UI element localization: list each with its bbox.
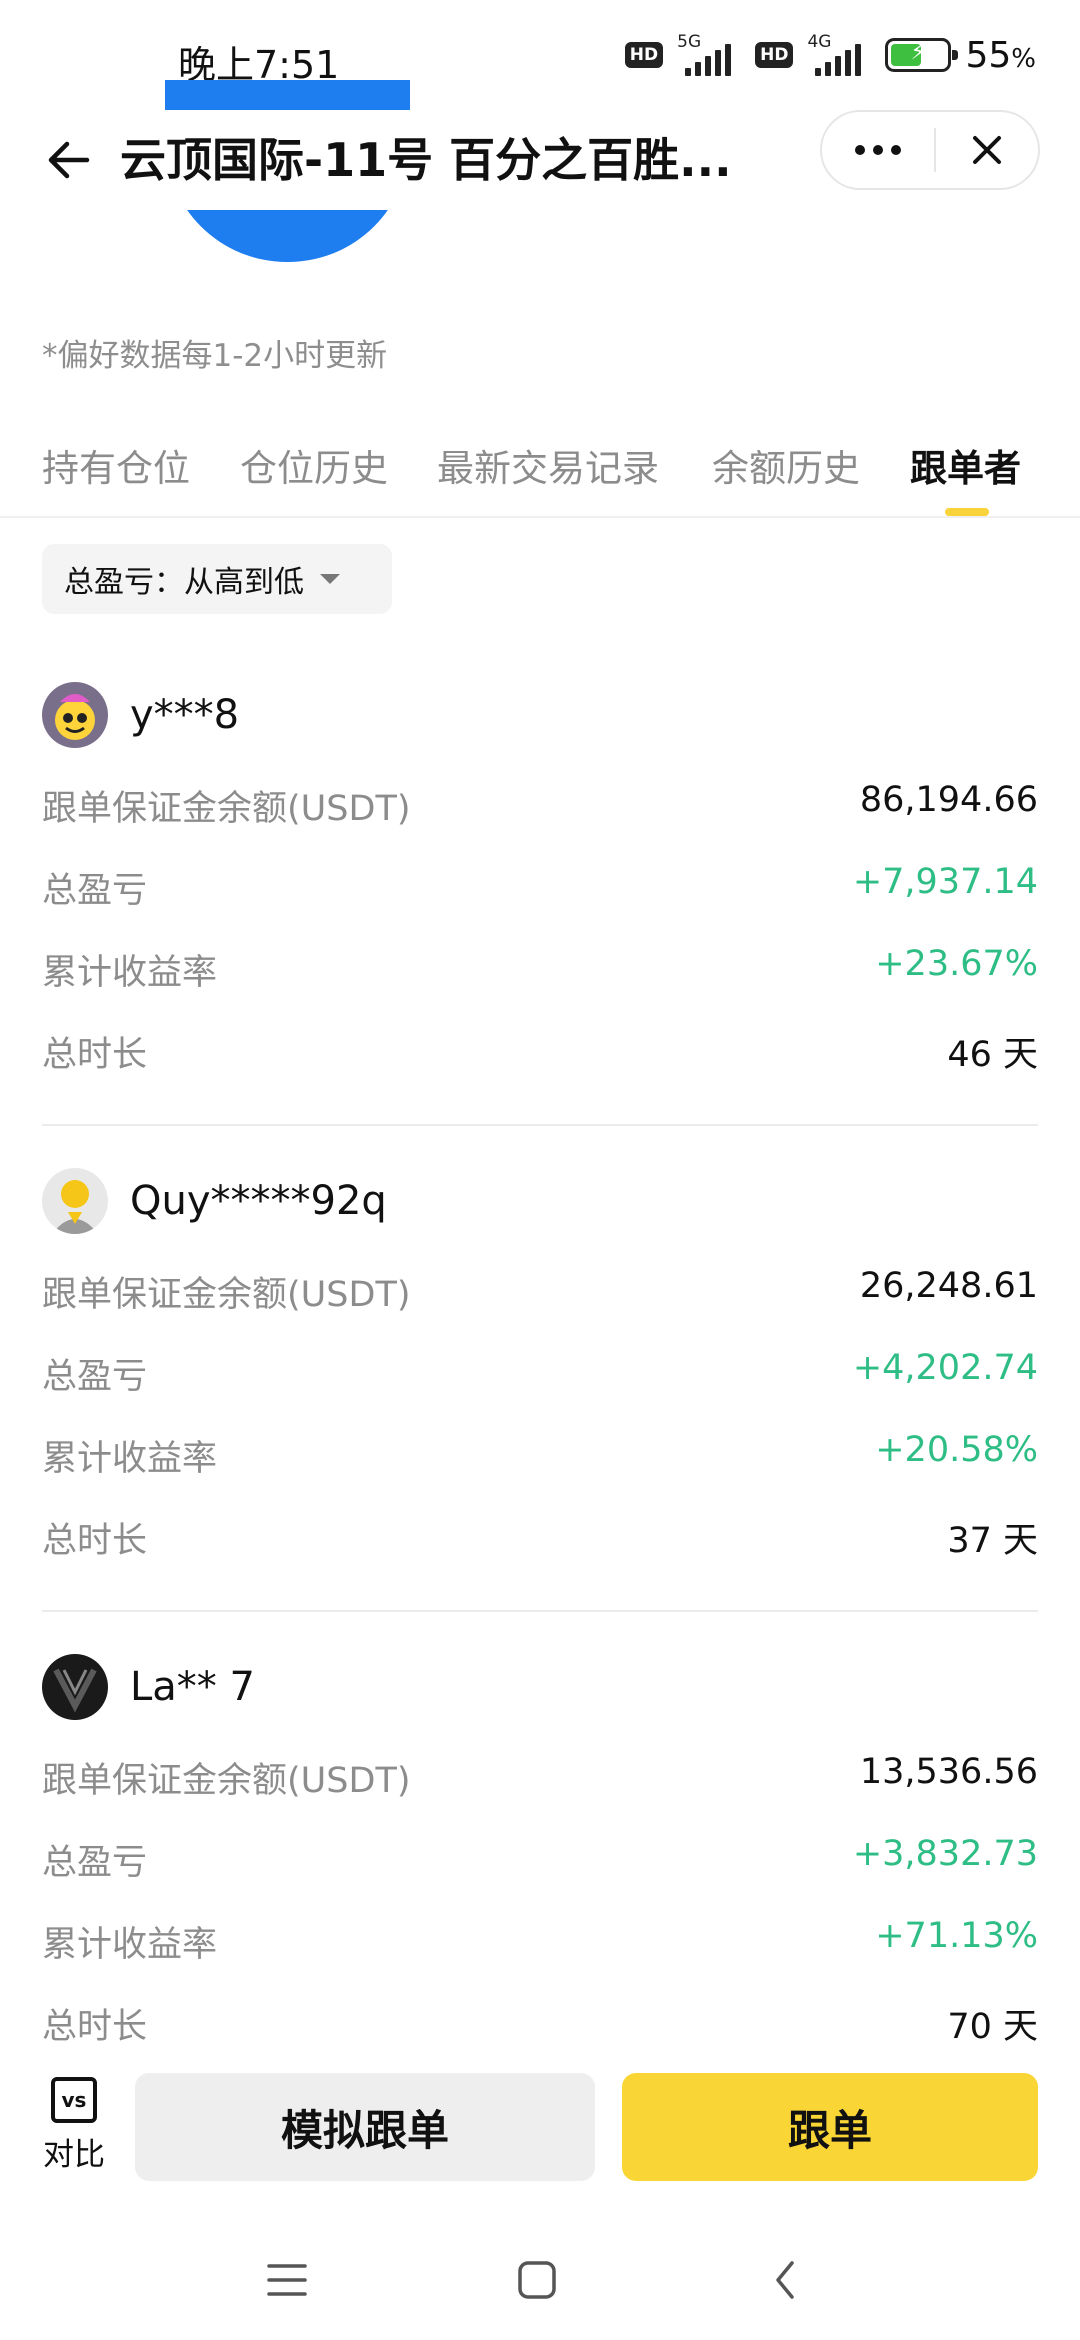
- charging-bolt-icon: ⚡: [910, 40, 926, 65]
- battery-icon: ⚡: [885, 38, 959, 72]
- active-tab-indicator: [945, 508, 989, 516]
- margin-balance-row: 跟单保证金余额(USDT) 26,248.61: [42, 1266, 1038, 1315]
- tab-position-history[interactable]: 仓位历史: [240, 438, 388, 492]
- tab-holdings[interactable]: 持有仓位: [42, 438, 190, 492]
- avatar: [42, 1654, 108, 1720]
- home-square-icon: [518, 2261, 556, 2299]
- compare-button[interactable]: vs 对比: [38, 2077, 110, 2174]
- tab-bar: 持有仓位 仓位历史 最新交易记录 余额历史 跟单者: [0, 420, 1080, 518]
- status-bar: 晚上7:51 HD 5G HD 4G ⚡ 55%: [0, 0, 1080, 110]
- hd-badge-2: HD: [755, 42, 794, 68]
- total-duration-row: 总时长 37 天: [42, 1521, 1038, 1561]
- cumulative-return-row: 累计收益率 +23.67%: [42, 944, 1038, 993]
- total-pnl-row: 总盈亏 +3,832.73: [42, 1834, 1038, 1883]
- arrow-left-icon: [48, 141, 90, 179]
- home-button[interactable]: [507, 2250, 567, 2310]
- follower-name: Quy*****92q: [130, 1178, 387, 1224]
- cumulative-return-row: 累计收益率 +71.13%: [42, 1916, 1038, 1965]
- recent-apps-button[interactable]: [257, 2250, 317, 2310]
- status-icons: HD 5G HD 4G ⚡ 55%: [624, 30, 1036, 80]
- card-divider: [42, 1610, 1038, 1612]
- page-title: 云顶国际-11号 百分之百胜...: [120, 133, 732, 187]
- card-divider: [42, 1124, 1038, 1126]
- header: 云顶国际-11号 百分之百胜...: [0, 110, 1080, 210]
- close-icon: [973, 136, 1001, 164]
- signal-5g-icon: 5G: [677, 32, 741, 78]
- menu-icon: [267, 2264, 307, 2296]
- copy-trade-button[interactable]: 跟单: [622, 2073, 1038, 2181]
- more-button[interactable]: [822, 112, 934, 188]
- total-duration-row: 总时长 70 天: [42, 2007, 1038, 2047]
- signal-4g-icon: 4G: [807, 32, 871, 78]
- back-button[interactable]: [40, 128, 96, 192]
- follower-name: La** 7: [130, 1664, 255, 1710]
- miniapp-capsule: [820, 110, 1040, 190]
- system-back-button[interactable]: [755, 2250, 815, 2310]
- follower-name: y***8: [130, 692, 240, 738]
- total-pnl-row: 总盈亏 +7,937.14: [42, 862, 1038, 911]
- system-nav-bar: [0, 2220, 1080, 2340]
- avatar: [42, 682, 108, 748]
- more-dots-icon: [855, 145, 865, 155]
- sort-label: 总盈亏：从高到低: [64, 565, 304, 600]
- total-duration-row: 总时长 46 天: [42, 1035, 1038, 1075]
- caret-down-icon: [320, 574, 340, 584]
- sort-dropdown[interactable]: 总盈亏：从高到低: [42, 544, 392, 614]
- margin-balance-row: 跟单保证金余额(USDT) 86,194.66: [42, 780, 1038, 829]
- back-chevron-icon: [776, 2261, 794, 2299]
- bottom-action-bar: vs 对比 模拟跟单 跟单: [0, 2055, 1080, 2195]
- tab-followers[interactable]: 跟单者: [910, 438, 1021, 492]
- margin-balance-row: 跟单保证金余额(USDT) 13,536.56: [42, 1752, 1038, 1801]
- tab-latest-trades[interactable]: 最新交易记录: [437, 438, 659, 492]
- hd-badge: HD: [624, 42, 664, 68]
- simulate-copy-button[interactable]: 模拟跟单: [135, 2073, 595, 2181]
- cumulative-return-row: 累计收益率 +20.58%: [42, 1430, 1038, 1479]
- battery-percent: 55%: [965, 34, 1036, 76]
- avatar: [42, 1168, 108, 1234]
- close-button[interactable]: [936, 112, 1038, 188]
- update-note: *偏好数据每1-2小时更新: [42, 338, 388, 374]
- compare-label: 对比: [43, 2137, 105, 2173]
- total-pnl-row: 总盈亏 +4,202.74: [42, 1348, 1038, 1397]
- vs-compare-icon: vs: [51, 2077, 97, 2123]
- tab-balance-history[interactable]: 余额历史: [712, 438, 860, 492]
